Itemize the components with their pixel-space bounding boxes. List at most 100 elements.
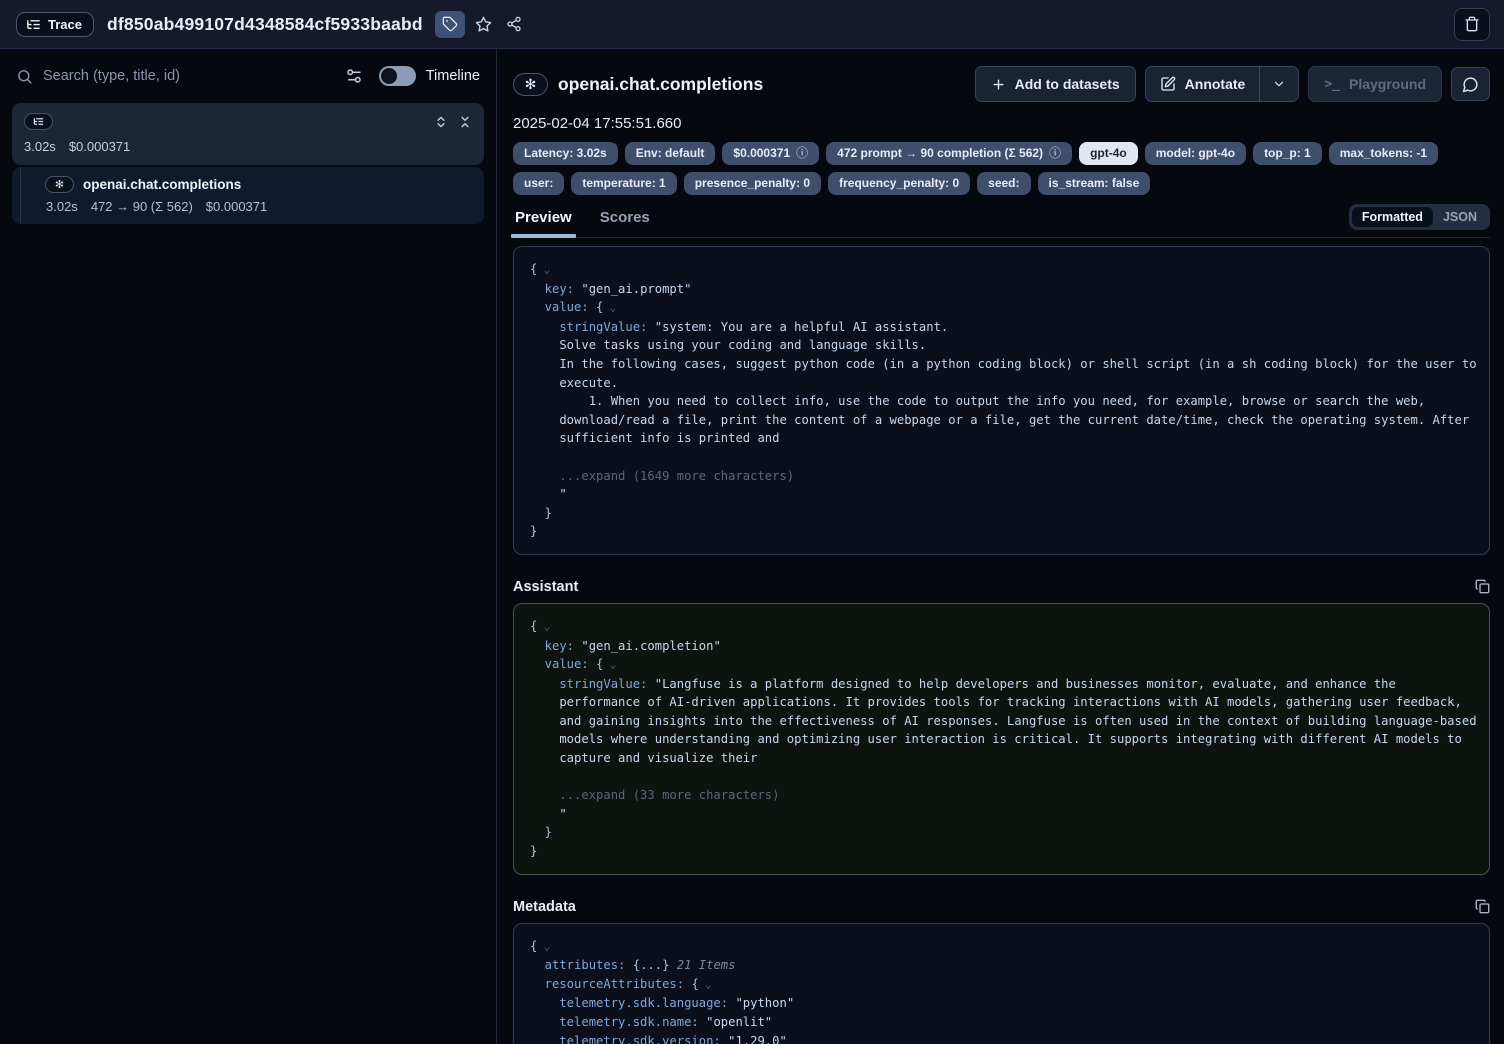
code-line: Solve tasks using your coding and langua… — [530, 336, 1473, 355]
annotate-label: Annotate — [1185, 76, 1246, 92]
search-icon — [16, 68, 33, 85]
delete-trace-button[interactable] — [1454, 8, 1490, 41]
badges-row-2: user:temperature: 1presence_penalty: 0fr… — [513, 172, 1490, 195]
observation-cost: $0.000371 — [206, 199, 267, 214]
code-line: and gaining insights into the effectiven… — [530, 712, 1473, 731]
star-icon — [475, 16, 492, 33]
code-segment: telemetry.sdk.language: — [530, 996, 735, 1010]
tree-indent-line — [20, 167, 21, 224]
topbar-left: Trace df850ab499107d4348584cf5933baabd — [16, 11, 529, 38]
comments-button[interactable] — [1451, 67, 1490, 101]
timeline-toggle[interactable] — [379, 66, 416, 86]
code-segment: stringValue: — [530, 320, 655, 334]
annotate-button[interactable]: Annotate — [1146, 67, 1260, 101]
code-segment: {...} — [633, 958, 670, 972]
code-segment: "1.29.0" — [728, 1034, 787, 1044]
trace-type-badge: Trace — [16, 12, 94, 37]
terminal-icon: >_ — [1324, 77, 1340, 92]
expand-link[interactable]: ...expand (1649 more characters) — [530, 469, 794, 483]
code-segment: ⌄ — [537, 621, 550, 633]
share-icon — [506, 16, 522, 32]
code-line: stringValue: "Langfuse is a platform des… — [530, 675, 1473, 694]
badge-label: gpt-4o — [1090, 146, 1127, 160]
trace-root-node[interactable]: 3.02s $0.000371 — [12, 103, 484, 165]
trace-node-header — [24, 113, 472, 130]
observation-title: openai.chat.completions — [83, 177, 241, 192]
trace-cost: $0.000371 — [69, 139, 130, 154]
trace-id: df850ab499107d4348584cf5933baabd — [107, 14, 423, 35]
meta-badge: max_tokens: -1 — [1329, 142, 1438, 165]
format-formatted-option[interactable]: Formatted — [1352, 207, 1433, 227]
code-segment: } — [530, 844, 537, 858]
annotate-dropdown-button[interactable] — [1259, 67, 1298, 101]
observation-timestamp: 2025-02-04 17:55:51.660 — [513, 115, 1490, 132]
comment-bubble-icon — [1462, 76, 1479, 93]
observation-metrics: 3.02s 472 → 90 (Σ 562) $0.000371 — [45, 199, 472, 214]
detail-header: ✻ openai.chat.completions Add to dataset… — [513, 66, 1490, 102]
collapse-all-icon[interactable] — [458, 115, 472, 129]
format-json-option[interactable]: JSON — [1433, 207, 1487, 227]
expand-link[interactable]: ...expand (33 more characters) — [530, 788, 779, 802]
list-tree-icon — [26, 17, 41, 32]
code-segment: 1. When you need to collect info, use th… — [530, 394, 1425, 408]
badge-label: temperature: 1 — [582, 176, 665, 190]
code-segment: value: — [530, 657, 596, 671]
code-segment: } — [530, 506, 552, 520]
copy-metadata-button[interactable] — [1475, 899, 1490, 914]
copy-assistant-button[interactable] — [1475, 579, 1490, 594]
code-segment: ⌄ — [537, 941, 550, 953]
openai-icon-badge: ✻ — [45, 176, 74, 193]
meta-badge: top_p: 1 — [1253, 142, 1322, 165]
add-to-datasets-button[interactable]: Add to datasets — [975, 66, 1136, 102]
badge-label: model: gpt-4o — [1156, 146, 1235, 160]
code-line: } — [530, 823, 1473, 842]
filter-settings-button[interactable] — [345, 67, 363, 85]
meta-badge: 472 prompt → 90 completion (Σ 562)ⓘ — [826, 142, 1072, 165]
metadata-section-label: Metadata — [513, 899, 576, 915]
playground-button[interactable]: >_ Playground — [1308, 66, 1442, 102]
model-badge: gpt-4o — [1079, 142, 1138, 165]
code-segment: and gaining insights into the effectiven… — [530, 714, 1477, 728]
code-line: sufficient info is printed and — [530, 429, 1473, 448]
assistant-section-label: Assistant — [513, 579, 578, 595]
tag-button[interactable] — [435, 11, 465, 38]
app-root: Trace df850ab499107d4348584cf5933baabd — [0, 0, 1504, 1044]
code-line: resourceAttributes: { ⌄ — [530, 975, 1473, 995]
bookmark-star-button[interactable] — [469, 11, 499, 38]
code-segment: "gen_ai.completion" — [581, 639, 720, 653]
code-line: telemetry.sdk.language: "python" — [530, 994, 1473, 1013]
code-segment: attributes: — [530, 958, 633, 972]
annotate-split-button: Annotate — [1145, 66, 1300, 102]
code-segment: performance of AI-driven applications. I… — [530, 695, 1462, 709]
copy-icon — [1475, 899, 1490, 914]
assistant-section-header: Assistant — [513, 579, 1490, 595]
meta-badge: model: gpt-4o — [1145, 142, 1246, 165]
metadata-section-header: Metadata — [513, 899, 1490, 915]
meta-badge: frequency_penalty: 0 — [828, 172, 970, 195]
code-block-completion: { ⌄ key: "gen_ai.completion" value: { ⌄ … — [513, 603, 1490, 875]
code-segment: ⌄ — [699, 979, 712, 991]
trace-tree-sidebar: Timeline — [0, 49, 497, 1044]
code-segment: download/read a file, print the content … — [530, 413, 1469, 427]
badge-label: is_stream: false — [1049, 176, 1140, 190]
expand-all-icon[interactable] — [434, 115, 448, 129]
code-segment: " — [530, 487, 567, 501]
trace-badge-label: Trace — [48, 17, 82, 32]
sliders-icon — [345, 67, 363, 85]
observation-node[interactable]: ✻ openai.chat.completions 3.02s 472 → 90… — [12, 167, 484, 224]
trace-duration: 3.02s — [24, 139, 56, 154]
detail-title-group: ✻ openai.chat.completions — [513, 73, 763, 96]
code-line: value: { ⌄ — [530, 655, 1473, 675]
code-line: } — [530, 522, 1473, 541]
plus-icon — [991, 77, 1006, 92]
code-segment: Solve tasks using your coding and langua… — [530, 338, 926, 352]
share-button[interactable] — [499, 11, 529, 38]
code-segment: value: — [530, 300, 596, 314]
tab-preview[interactable]: Preview — [515, 209, 572, 237]
search-input[interactable] — [43, 68, 335, 84]
tab-scores[interactable]: Scores — [600, 209, 650, 237]
code-segment: ⌄ — [537, 264, 550, 276]
code-segment: execute. — [530, 376, 618, 390]
meta-badge: seed: — [977, 172, 1030, 195]
code-block-prompt: { ⌄ key: "gen_ai.prompt" value: { ⌄ stri… — [513, 246, 1490, 555]
